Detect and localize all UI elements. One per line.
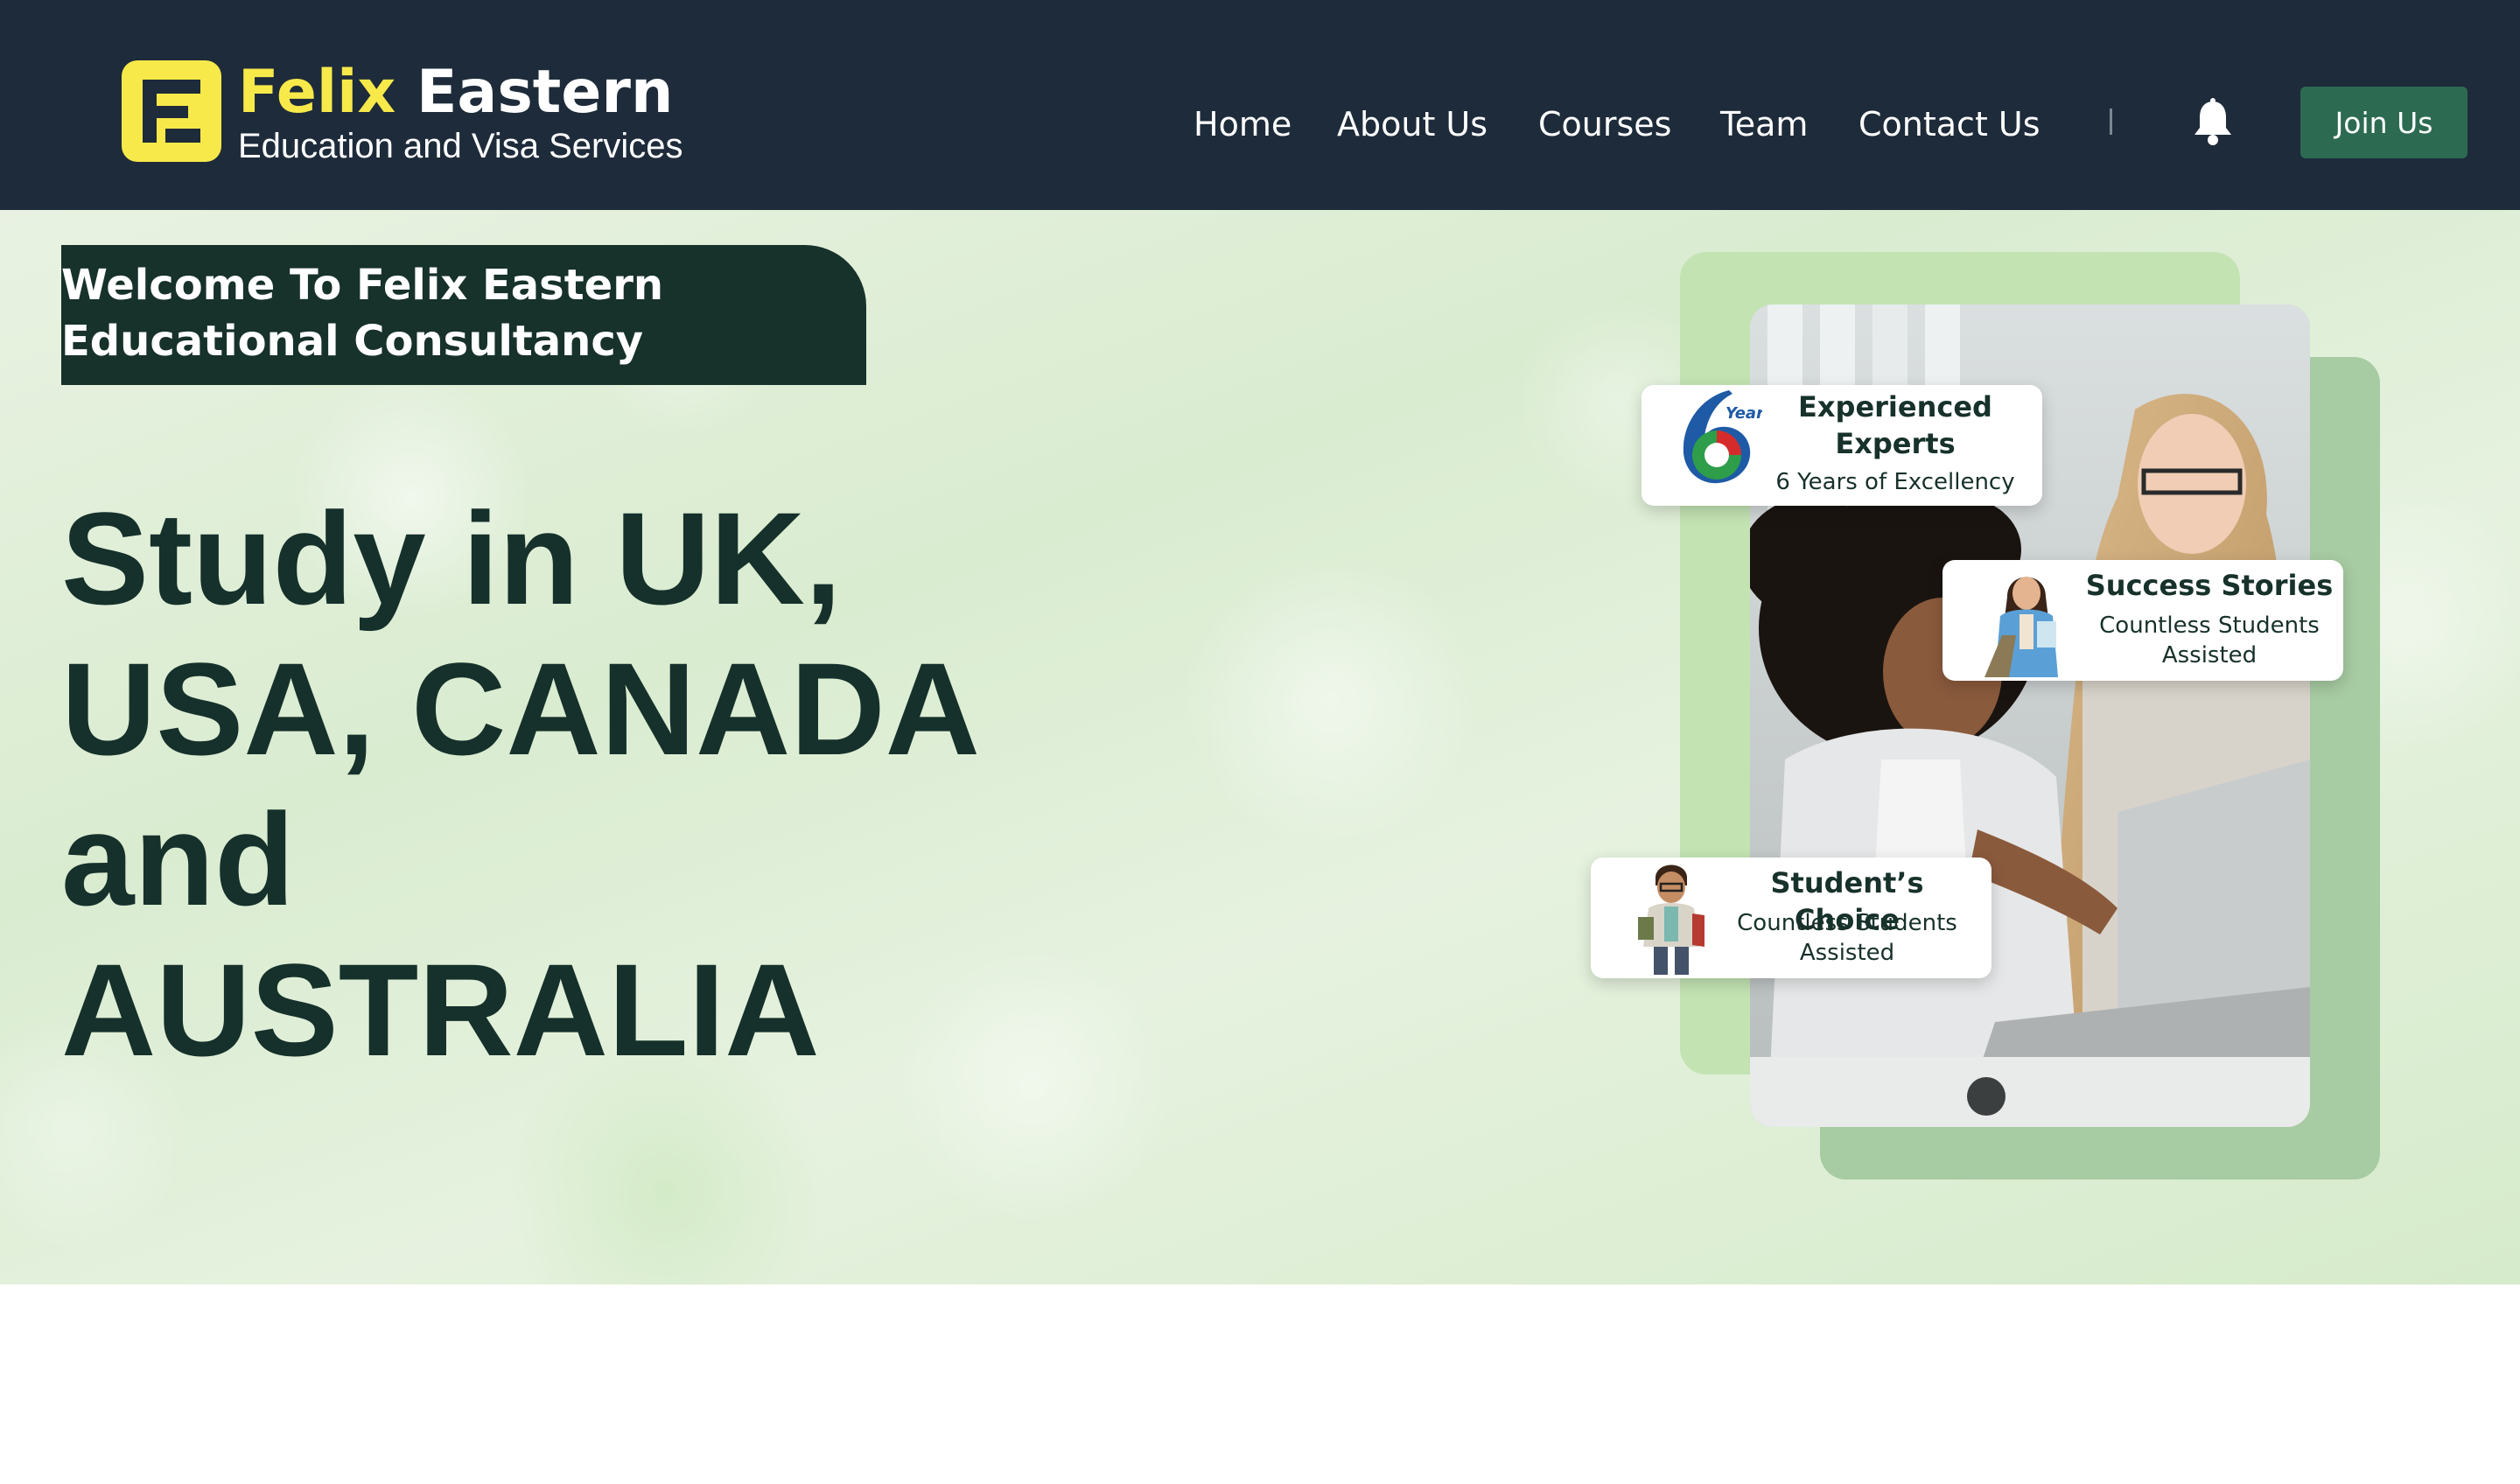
experienced-experts-subtitle: 6 Years of Excellency <box>1775 469 2015 495</box>
nav-contact-us-link[interactable]: Contact Us <box>1858 105 2040 144</box>
headline-line-4: AUSTRALIA <box>61 936 820 1083</box>
six-years-badge-icon: Year <box>1683 390 1762 484</box>
brand-name-part2: Eastern <box>416 58 674 127</box>
brand-name-part1: Felix <box>238 58 396 127</box>
join-us-button[interactable]: Join Us <box>2300 87 2468 158</box>
experienced-experts-title: Experienced Experts <box>1798 390 1992 460</box>
nav-courses-link[interactable]: Courses <box>1538 105 1671 144</box>
nav-team-link[interactable]: Team <box>1720 105 1808 144</box>
students-choice-subtitle: Countless Students Assisted <box>1737 910 1957 966</box>
success-stories-title: Success Stories <box>2085 569 2334 602</box>
page-body-below-hero <box>0 1284 2520 1484</box>
top-navbar: Felix Eastern Education and Visa Service… <box>0 0 2520 210</box>
success-stories-subtitle: Countless Students Assisted <box>2099 612 2320 668</box>
brand-tagline: Education and Visa Services <box>238 127 683 165</box>
brand-name[interactable]: Felix Eastern <box>238 58 673 127</box>
hero-headline: Study in UK, USA, CANADA and AUSTRALIA <box>61 483 1199 1085</box>
students-choice-card[interactable]: Student’s Choice Countless Students Assi… <box>1591 858 1992 978</box>
headline-line-3: and <box>61 786 295 933</box>
student-woman-icon <box>1984 577 2058 677</box>
welcome-heading: Welcome To Felix Eastern Educational Con… <box>61 261 664 366</box>
six-years-badge-text: Year <box>1726 404 1762 423</box>
student-man-icon <box>1638 864 1704 975</box>
nav-about-us-link[interactable]: About Us <box>1337 105 1488 144</box>
headline-line-1: Study in UK, <box>61 485 842 632</box>
hero-section: Welcome To Felix Eastern Educational Con… <box>0 210 2520 1284</box>
headline-line-2: USA, CANADA <box>61 635 980 782</box>
bell-icon[interactable] <box>2191 98 2235 147</box>
nav-separator <box>2110 108 2112 135</box>
success-stories-card[interactable]: Success Stories Countless Students Assis… <box>1942 560 2343 681</box>
experienced-experts-card[interactable]: Year Experienced Experts 6 Years of Exce… <box>1642 385 2042 506</box>
nav-home-link[interactable]: Home <box>1194 105 1292 144</box>
logo-icon[interactable] <box>122 60 221 162</box>
